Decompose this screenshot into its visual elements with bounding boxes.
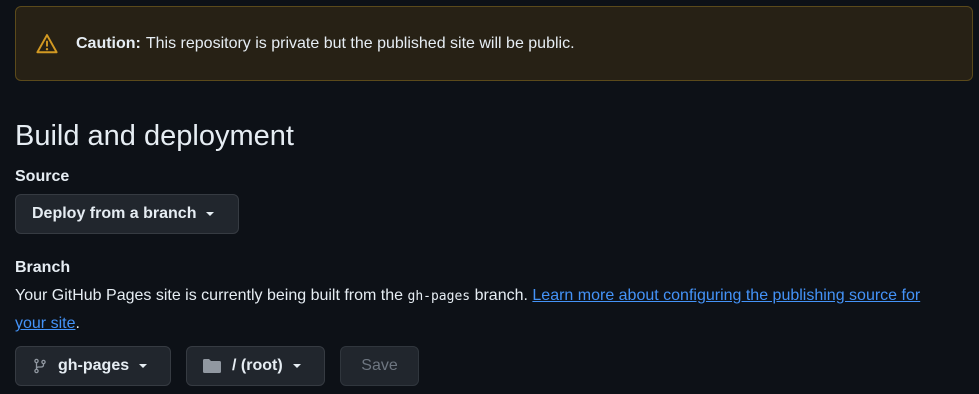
folder-icon	[202, 358, 222, 374]
chevron-down-icon	[139, 364, 148, 368]
branch-select-value: gh-pages	[58, 357, 130, 374]
source-label: Source	[15, 168, 70, 185]
warning-icon	[36, 33, 58, 55]
branch-select-button[interactable]: gh-pages	[15, 346, 171, 386]
pages-settings: Caution: This repository is private but …	[0, 0, 979, 394]
folder-select-value: / (root)	[232, 357, 283, 374]
git-branch-icon	[32, 358, 48, 374]
caution-message: This repository is private but the publi…	[145, 34, 575, 52]
chevron-down-icon	[206, 212, 215, 216]
folder-select-button[interactable]: / (root)	[186, 346, 325, 386]
source-dropdown-button[interactable]: Deploy from a branch	[15, 194, 239, 234]
section-title: Build and deployment	[15, 120, 294, 152]
branch-label: Branch	[15, 259, 71, 276]
chevron-down-icon	[292, 364, 301, 368]
save-button[interactable]: Save	[340, 346, 419, 386]
branch-code: gh-pages	[407, 289, 471, 304]
caution-label: Caution:	[76, 34, 141, 52]
branch-desc-before: Your GitHub Pages site is currently bein…	[15, 287, 408, 304]
caution-banner: Caution: This repository is private but …	[15, 6, 973, 81]
branch-desc-after: branch.	[470, 287, 533, 304]
period: .	[75, 315, 80, 332]
branch-description: Your GitHub Pages site is currently bein…	[15, 282, 935, 337]
source-dropdown-value: Deploy from a branch	[32, 205, 197, 222]
